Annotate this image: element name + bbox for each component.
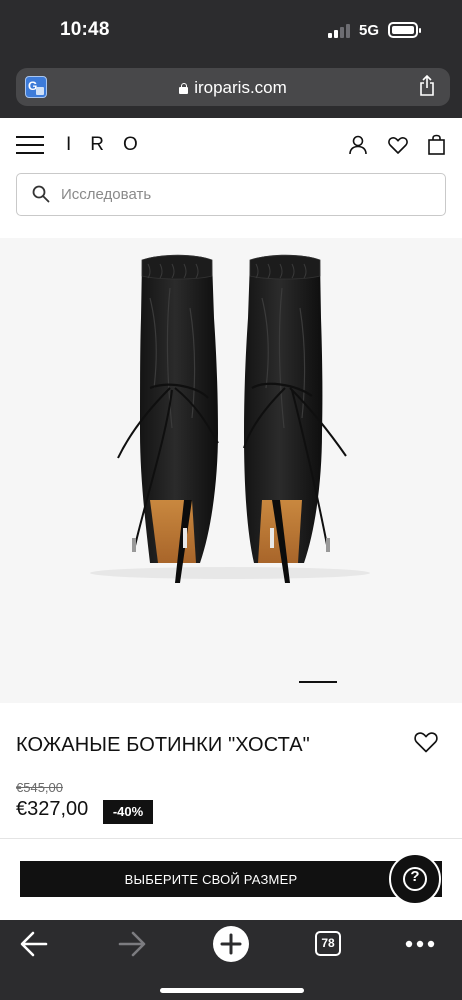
network-type: 5G: [359, 22, 380, 39]
forward-icon[interactable]: [108, 924, 156, 964]
help-button[interactable]: ?: [389, 853, 441, 905]
lock-icon: [179, 83, 189, 94]
brand-logo[interactable]: IRO: [66, 134, 157, 156]
select-size-button[interactable]: ВЫБЕРИТЕ СВОЙ РАЗМЕР: [20, 861, 442, 897]
browser-toolbar: 78: [0, 920, 462, 1000]
wishlist-heart-icon[interactable]: [413, 730, 439, 754]
product-image-gallery[interactable]: [0, 238, 462, 703]
discount-badge: -40%: [103, 800, 153, 824]
right-boot: [243, 254, 347, 583]
signal-icon: [328, 24, 352, 38]
heart-icon[interactable]: [387, 134, 409, 156]
select-size-label: ВЫБЕРИТЕ СВОЙ РАЗМЕР: [124, 871, 298, 887]
product-title: КОЖАНЫЕ БОТИНКИ "ХОСТА": [16, 734, 310, 756]
url-text: iroparis.com: [194, 78, 287, 97]
address-bar[interactable]: iroparis.com: [16, 68, 450, 106]
product-info: КОЖАНЫЕ БОТИНКИ "ХОСТА" €545,00 €327,00 …: [0, 703, 462, 838]
site-header: IRO: [0, 118, 462, 238]
product-photo: [90, 254, 370, 583]
url-display[interactable]: iroparis.com: [16, 78, 450, 98]
search-bar[interactable]: [16, 173, 446, 216]
gallery-indicator[interactable]: [299, 681, 337, 683]
new-tab-icon[interactable]: [207, 924, 255, 964]
menu-icon[interactable]: [16, 134, 44, 156]
help-icon: ?: [410, 868, 420, 885]
left-boot: [117, 254, 219, 583]
browser-top-chrome: 10:48 5G iroparis.com: [0, 0, 462, 118]
original-price: €545,00: [16, 780, 63, 795]
search-icon: [32, 185, 50, 203]
sale-price: €327,00: [16, 798, 89, 820]
more-icon[interactable]: [396, 924, 444, 964]
status-time: 10:48: [60, 19, 110, 40]
home-indicator: [160, 988, 304, 993]
bag-icon[interactable]: [426, 134, 448, 156]
battery-icon: [388, 22, 421, 38]
share-icon[interactable]: [418, 75, 436, 97]
status-bar: 10:48 5G: [0, 0, 462, 62]
search-input[interactable]: [61, 174, 431, 215]
size-selection-bar: ВЫБЕРИТЕ СВОЙ РАЗМЕР ?: [0, 838, 462, 920]
back-icon[interactable]: [10, 924, 58, 964]
account-icon[interactable]: [347, 134, 369, 156]
tabs-icon[interactable]: 78: [315, 931, 341, 956]
